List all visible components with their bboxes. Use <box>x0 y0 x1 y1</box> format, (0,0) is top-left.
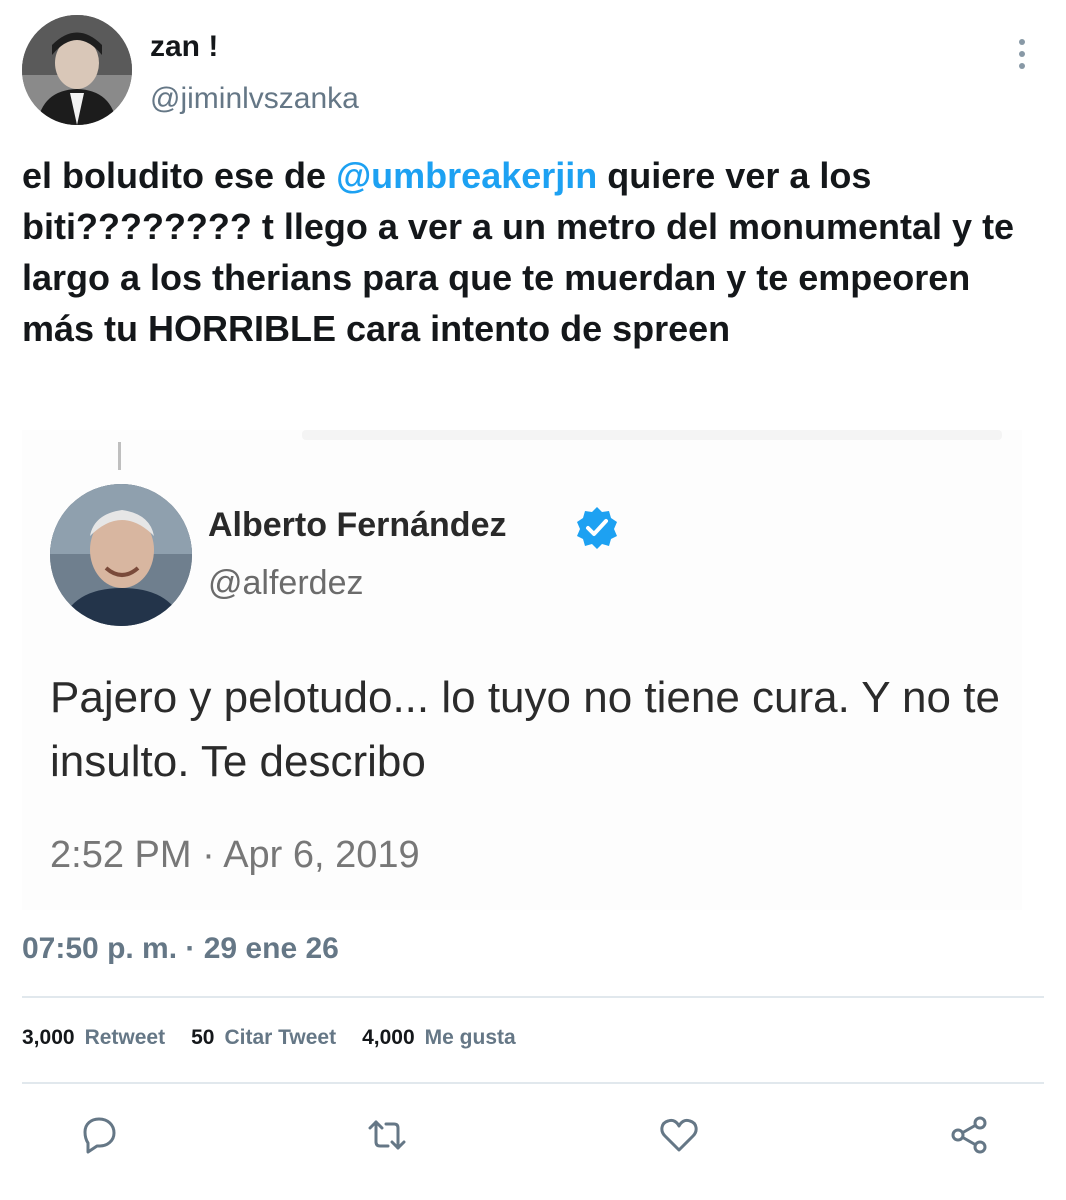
quote-count[interactable]: 50 Citar Tweet <box>191 1026 336 1050</box>
avatar-photo-icon <box>50 484 192 626</box>
media-edge-line <box>118 442 121 470</box>
stat-label: Citar Tweet <box>224 1026 337 1049</box>
tweet-text: el boludito ese de @umbreakerjin quiere … <box>22 150 1047 354</box>
share-button[interactable] <box>946 1112 992 1158</box>
verified-badge-icon <box>574 504 620 550</box>
like-button[interactable] <box>656 1112 702 1158</box>
author-handle[interactable]: @jiminlvszanka <box>150 82 359 116</box>
avatar-photo-icon <box>22 15 132 125</box>
reply-button[interactable] <box>76 1112 122 1158</box>
reply-icon <box>83 1117 116 1154</box>
quoted-avatar <box>50 484 192 626</box>
quoted-name: Alberto Fernández <box>208 506 507 544</box>
tweet-stats: 3,000 Retweet 50 Citar Tweet 4,000 Me gu… <box>22 1026 516 1050</box>
retweet-button[interactable] <box>364 1112 410 1158</box>
more-options-button[interactable] <box>1004 34 1040 74</box>
stat-count: 50 <box>191 1026 215 1049</box>
stat-count: 3,000 <box>22 1026 75 1049</box>
like-count[interactable]: 4,000 Me gusta <box>362 1026 516 1050</box>
quoted-handle: @alferdez <box>208 564 364 602</box>
retweet-count[interactable]: 3,000 Retweet <box>22 1026 165 1050</box>
divider <box>22 1082 1044 1084</box>
stat-label: Me gusta <box>424 1026 516 1049</box>
author-display-name[interactable]: zan ! <box>150 30 218 64</box>
quoted-text: Pajero y pelotudo... lo tuyo no tiene cu… <box>50 673 1000 786</box>
like-icon <box>660 1118 698 1152</box>
stat-label: Retweet <box>84 1026 166 1049</box>
tweet-timestamp[interactable]: 07:50 p. m. · 29 ene 26 <box>22 932 339 966</box>
more-vertical-icon <box>1019 39 1025 69</box>
author-avatar[interactable] <box>22 15 132 125</box>
media-faint-top <box>302 430 1002 440</box>
quoted-time: 2:52 PM · Apr 6, 2019 <box>50 834 420 876</box>
retweet-icon <box>368 1120 406 1150</box>
mention-link[interactable]: @umbreakerjin <box>336 155 597 196</box>
tweet-text-part1: el boludito ese de <box>22 155 337 196</box>
divider <box>22 996 1044 998</box>
stat-count: 4,000 <box>362 1026 415 1049</box>
tweet-media-image[interactable]: Alberto Fernández @alferdez Pajero y pel… <box>22 430 1022 910</box>
share-icon <box>951 1116 987 1154</box>
